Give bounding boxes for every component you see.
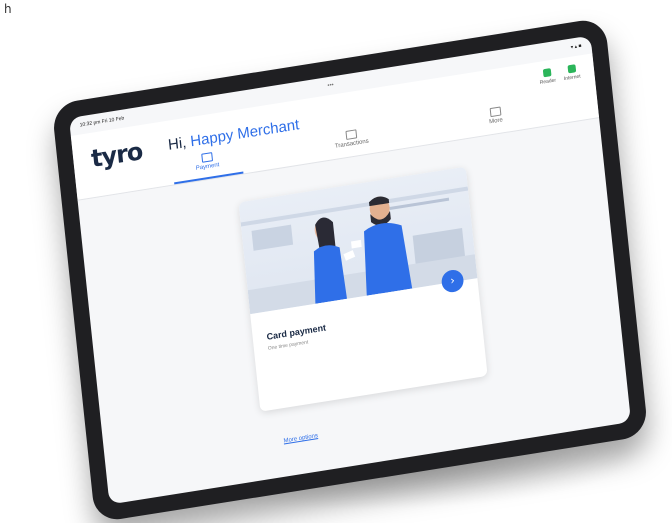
transactions-icon bbox=[344, 129, 357, 141]
card-payment-subtitle: One time payment bbox=[267, 339, 309, 352]
tablet-device: 10:32 pm Fri 10 Feb ▾ ▴ ■ ••• tyro Hi, H… bbox=[51, 17, 649, 523]
corner-letter: h bbox=[4, 2, 12, 16]
tab-transactions[interactable]: Transactions bbox=[316, 123, 388, 162]
chevron-right-icon: › bbox=[449, 273, 456, 288]
wifi-icon bbox=[567, 64, 576, 74]
greeting-prefix: Hi, bbox=[167, 133, 192, 154]
more-options-link[interactable]: More options bbox=[283, 433, 318, 444]
status-time: 10:32 pm Fri 10 Feb bbox=[79, 115, 125, 129]
card-payment-title: Card payment bbox=[266, 322, 327, 342]
shop-scene-image bbox=[240, 186, 478, 315]
card-payment-tile[interactable]: › Card payment One time payment bbox=[238, 166, 488, 412]
payment-icon bbox=[200, 152, 213, 163]
reader-label: Reader bbox=[539, 77, 557, 86]
internet-indicator[interactable]: Internet bbox=[563, 64, 582, 83]
status-icons: ▾ ▴ ■ bbox=[570, 43, 582, 51]
tab-payment-label: Payment bbox=[195, 162, 220, 172]
card-reader-icon bbox=[542, 68, 552, 78]
tab-transactions-label: Transactions bbox=[334, 138, 370, 150]
connection-indicators: Reader Internet bbox=[538, 64, 581, 86]
tab-more-label: More bbox=[488, 117, 504, 126]
tab-more[interactable]: More bbox=[460, 100, 532, 139]
more-icon bbox=[489, 106, 501, 118]
internet-label: Internet bbox=[563, 73, 582, 83]
reader-indicator[interactable]: Reader bbox=[538, 67, 556, 86]
tablet-screen: 10:32 pm Fri 10 Feb ▾ ▴ ■ ••• tyro Hi, H… bbox=[68, 35, 632, 505]
app-header: tyro Hi, Happy Merchant Reader Internet … bbox=[70, 53, 600, 201]
shop-illustration bbox=[238, 166, 478, 315]
